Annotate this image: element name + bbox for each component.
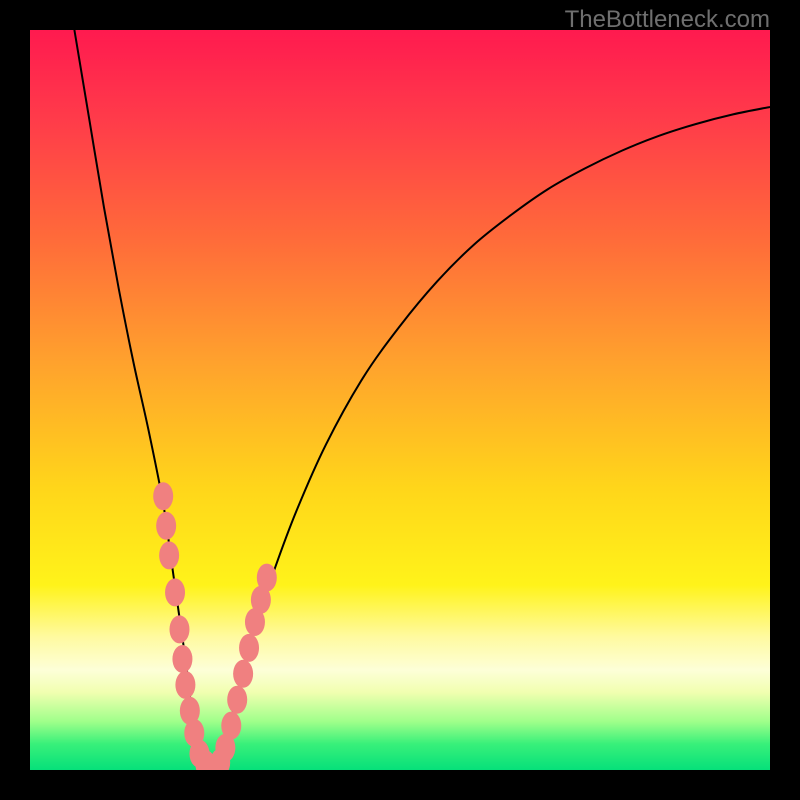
curve-markers: [153, 482, 277, 770]
chart-stage: TheBottleneck.com: [0, 0, 800, 800]
curve-marker: [169, 615, 189, 643]
curve-layer: [30, 30, 770, 770]
curve-marker: [233, 660, 253, 688]
curve-marker: [153, 482, 173, 510]
curve-marker: [175, 671, 195, 699]
curve-marker: [156, 512, 176, 540]
curve-marker: [257, 564, 277, 592]
watermark-label: TheBottleneck.com: [565, 6, 770, 34]
curve-marker: [227, 686, 247, 714]
plot-area: [30, 30, 770, 770]
curve-marker: [159, 541, 179, 569]
curve-marker: [165, 578, 185, 606]
curve-marker: [221, 712, 241, 740]
curve-marker: [239, 634, 259, 662]
curve-marker: [172, 645, 192, 673]
